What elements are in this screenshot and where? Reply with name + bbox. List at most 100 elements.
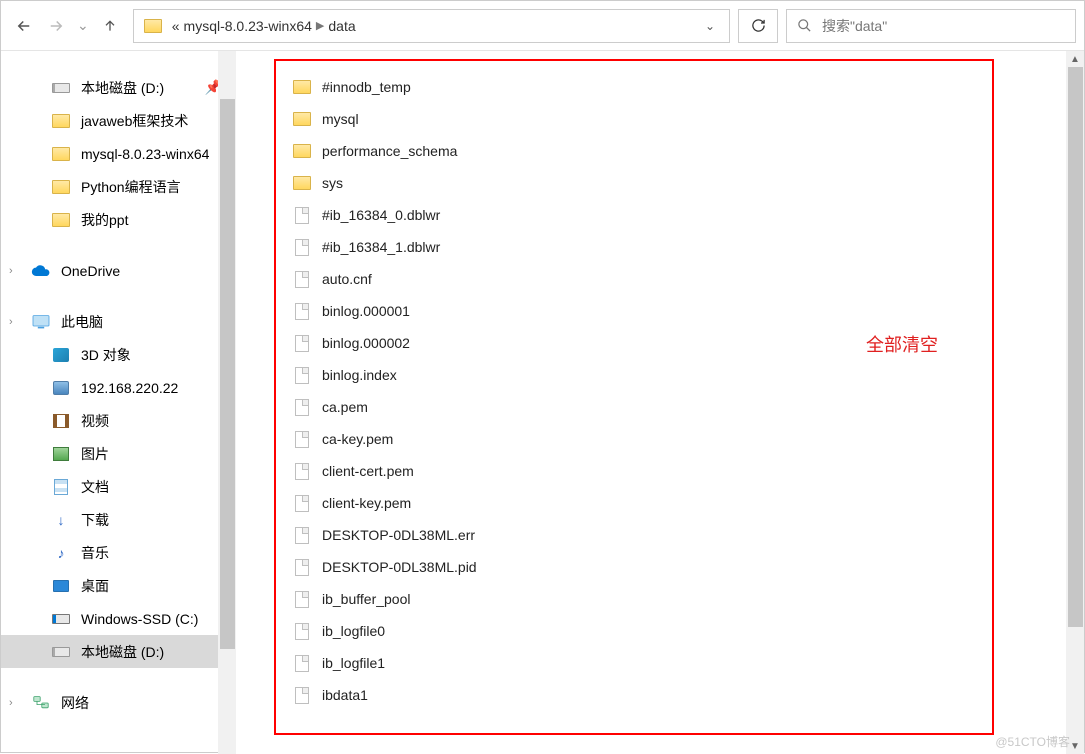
file-item[interactable]: mysql — [292, 103, 1044, 135]
document-icon — [51, 478, 71, 496]
folder-icon — [292, 110, 312, 128]
expand-arrow-icon[interactable]: › — [9, 697, 13, 709]
file-item[interactable]: #ib_16384_1.dblwr — [292, 231, 1044, 263]
drive-icon — [51, 79, 71, 97]
image-icon — [51, 445, 71, 463]
folder-icon — [292, 142, 312, 160]
onedrive-icon — [31, 262, 51, 280]
file-item[interactable]: ibdata1 — [292, 679, 1044, 711]
sidebar-scrollbar[interactable] — [218, 51, 236, 754]
file-item[interactable]: ca.pem — [292, 391, 1044, 423]
folder-icon — [144, 19, 162, 33]
file-item[interactable]: ca-key.pem — [292, 423, 1044, 455]
chevron-right-icon: ▶ — [316, 19, 324, 32]
file-name: mysql — [322, 111, 359, 127]
sidebar-item[interactable]: 本地磁盘 (D:)📌 — [1, 71, 236, 104]
sidebar-item[interactable]: 桌面 — [1, 569, 236, 602]
refresh-button[interactable] — [738, 9, 778, 43]
sidebar-item[interactable]: 文档 — [1, 470, 236, 503]
file-name: #ib_16384_1.dblwr — [322, 239, 440, 255]
network-location-icon — [51, 379, 71, 397]
history-dropdown[interactable]: ⌄ — [77, 17, 89, 34]
file-icon — [292, 302, 312, 320]
expand-arrow-icon[interactable]: › — [9, 265, 13, 277]
file-item[interactable]: binlog.index — [292, 359, 1044, 391]
file-item[interactable]: client-key.pem — [292, 487, 1044, 519]
sidebar-item-label: 此电脑 — [61, 312, 103, 332]
forward-button[interactable] — [41, 11, 71, 41]
sidebar-item[interactable]: javaweb框架技术 — [1, 104, 236, 137]
video-icon — [51, 412, 71, 430]
sidebar-item[interactable]: 视频 — [1, 404, 236, 437]
sidebar-item[interactable]: 我的ppt — [1, 203, 236, 236]
file-item[interactable]: #innodb_temp — [292, 71, 1044, 103]
sidebar-item-label: 图片 — [81, 444, 109, 464]
search-box[interactable] — [786, 9, 1076, 43]
sidebar-item[interactable]: ›网络 — [1, 686, 236, 719]
address-bar[interactable]: « mysql-8.0.23-winx64 ▶ data ⌄ — [133, 9, 730, 43]
file-name: ca-key.pem — [322, 431, 393, 447]
sidebar-item[interactable]: Python编程语言 — [1, 170, 236, 203]
file-item[interactable]: ib_logfile0 — [292, 615, 1044, 647]
sidebar-item[interactable]: ♪音乐 — [1, 536, 236, 569]
breadcrumb-item[interactable]: mysql-8.0.23-winx64 — [184, 18, 312, 34]
file-name: client-cert.pem — [322, 463, 414, 479]
sidebar-item[interactable]: 本地磁盘 (D:) — [1, 635, 236, 668]
content-scrollbar[interactable]: ▲ ▼ — [1066, 51, 1084, 754]
file-item[interactable]: auto.cnf — [292, 263, 1044, 295]
file-item[interactable]: DESKTOP-0DL38ML.err — [292, 519, 1044, 551]
breadcrumb-prefix: « — [172, 18, 180, 34]
sidebar-item[interactable]: 192.168.220.22 — [1, 371, 236, 404]
file-icon — [292, 462, 312, 480]
sidebar-item[interactable]: › 此电脑 — [1, 305, 236, 338]
scrollbar-thumb[interactable] — [1068, 67, 1083, 627]
scroll-down-button[interactable]: ▼ — [1066, 738, 1084, 754]
file-icon — [292, 398, 312, 416]
network-icon — [31, 694, 51, 712]
file-name: auto.cnf — [322, 271, 372, 287]
sidebar-item[interactable]: ↓下载 — [1, 503, 236, 536]
search-input[interactable] — [822, 18, 1065, 34]
breadcrumb-item[interactable]: data — [328, 18, 355, 34]
sidebar-item-label: 视频 — [81, 411, 109, 431]
file-name: ca.pem — [322, 399, 368, 415]
file-name: binlog.000001 — [322, 303, 410, 319]
file-name: client-key.pem — [322, 495, 411, 511]
sidebar-item-label: 3D 对象 — [81, 345, 131, 365]
file-icon — [292, 622, 312, 640]
file-name: #ib_16384_0.dblwr — [322, 207, 440, 223]
file-icon — [292, 526, 312, 544]
sidebar-item[interactable]: ›OneDrive — [1, 254, 236, 287]
sidebar-item[interactable]: 3D 对象 — [1, 338, 236, 371]
file-item[interactable]: performance_schema — [292, 135, 1044, 167]
sidebar-item[interactable]: 图片 — [1, 437, 236, 470]
folder-icon — [51, 112, 71, 130]
file-icon — [292, 558, 312, 576]
up-button[interactable] — [95, 11, 125, 41]
file-name: #innodb_temp — [322, 79, 411, 95]
expand-arrow-icon[interactable]: › — [9, 316, 13, 328]
file-name: DESKTOP-0DL38ML.pid — [322, 559, 477, 575]
file-name: ibdata1 — [322, 687, 368, 703]
sidebar-item[interactable]: mysql-8.0.23-winx64 — [1, 137, 236, 170]
file-item[interactable]: sys — [292, 167, 1044, 199]
breadcrumb[interactable]: « mysql-8.0.23-winx64 ▶ data — [172, 18, 356, 34]
file-item[interactable]: ib_buffer_pool — [292, 583, 1044, 615]
folder-icon — [51, 145, 71, 163]
file-name: ib_buffer_pool — [322, 591, 410, 607]
file-item[interactable]: #ib_16384_0.dblwr — [292, 199, 1044, 231]
file-item[interactable]: client-cert.pem — [292, 455, 1044, 487]
file-item[interactable]: DESKTOP-0DL38ML.pid — [292, 551, 1044, 583]
navigation-pane: 本地磁盘 (D:)📌javaweb框架技术mysql-8.0.23-winx64… — [1, 51, 236, 754]
search-icon — [797, 18, 812, 33]
folder-icon — [292, 78, 312, 96]
back-button[interactable] — [9, 11, 39, 41]
file-item[interactable]: ib_logfile1 — [292, 647, 1044, 679]
scrollbar-thumb[interactable] — [220, 99, 235, 649]
file-icon — [292, 494, 312, 512]
file-item[interactable]: binlog.000001 — [292, 295, 1044, 327]
address-toolbar: ⌄ « mysql-8.0.23-winx64 ▶ data ⌄ — [1, 1, 1084, 51]
scroll-up-button[interactable]: ▲ — [1066, 51, 1084, 67]
address-dropdown[interactable]: ⌄ — [701, 19, 719, 33]
sidebar-item[interactable]: Windows-SSD (C:) — [1, 602, 236, 635]
